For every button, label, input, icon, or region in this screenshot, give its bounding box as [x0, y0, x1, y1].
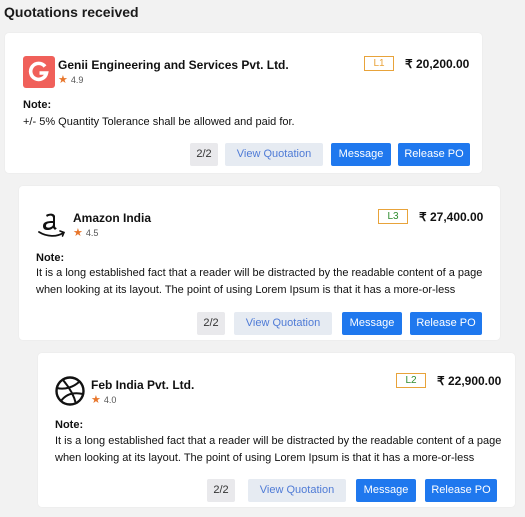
note-label: Note: [36, 252, 65, 264]
vendor-name[interactable]: Amazon India [73, 211, 151, 225]
message-button[interactable]: Message [331, 143, 391, 166]
star-icon: ★ [58, 73, 68, 86]
rank-badge: L2 [396, 373, 426, 388]
note-text: It is a long established fact that a rea… [36, 267, 483, 279]
quote-price: ₹ 27,400.00 [419, 210, 484, 224]
page-title: Quotations received [4, 4, 139, 20]
quotation-card: Amazon India ★ 4.5 L3 ₹ 27,400.00 Note: … [19, 186, 500, 340]
amazon-logo-icon [38, 213, 66, 237]
genii-g-logo-icon [23, 56, 55, 88]
note-label: Note: [55, 419, 84, 431]
release-po-button[interactable]: Release PO [425, 479, 497, 502]
rating-value: 4.0 [103, 395, 117, 405]
note-label: Note: [23, 99, 52, 111]
rank-badge: L1 [364, 56, 394, 71]
quotation-card: Genii Engineering and Services Pvt. Ltd.… [5, 33, 482, 173]
vendor-rating: ★ 4.5 [73, 226, 99, 239]
note-text: It is a long established fact that a rea… [55, 435, 502, 447]
view-quotation-button[interactable]: View Quotation [225, 143, 323, 166]
release-po-button[interactable]: Release PO [398, 143, 470, 166]
vendor-name[interactable]: Feb India Pvt. Ltd. [91, 378, 194, 392]
page-count-badge: 2/2 [207, 479, 235, 502]
quote-price: ₹ 20,200.00 [405, 57, 470, 71]
rank-badge: L3 [378, 209, 408, 224]
page-count-badge: 2/2 [190, 143, 218, 166]
rating-value: 4.9 [70, 75, 84, 85]
release-po-button[interactable]: Release PO [410, 312, 482, 335]
rating-value: 4.5 [85, 228, 99, 238]
vendor-rating: ★ 4.9 [58, 73, 84, 86]
star-icon: ★ [73, 226, 83, 239]
note-text: +/- 5% Quantity Tolerance shall be allow… [23, 116, 295, 128]
quotation-card: Feb India Pvt. Ltd. ★ 4.0 L2 ₹ 22,900.00… [38, 353, 515, 507]
quote-price: ₹ 22,900.00 [437, 374, 502, 388]
star-icon: ★ [91, 393, 101, 406]
vendor-name[interactable]: Genii Engineering and Services Pvt. Ltd. [58, 58, 289, 72]
view-quotation-button[interactable]: View Quotation [234, 312, 332, 335]
page-count-badge: 2/2 [197, 312, 225, 335]
vendor-rating: ★ 4.0 [91, 393, 117, 406]
message-button[interactable]: Message [342, 312, 402, 335]
view-quotation-button[interactable]: View Quotation [248, 479, 346, 502]
note-text: when looking at its layout. The point of… [36, 284, 456, 296]
dribbble-ball-logo-icon [55, 376, 85, 406]
message-button[interactable]: Message [356, 479, 416, 502]
note-text: when looking at its layout. The point of… [55, 452, 475, 464]
